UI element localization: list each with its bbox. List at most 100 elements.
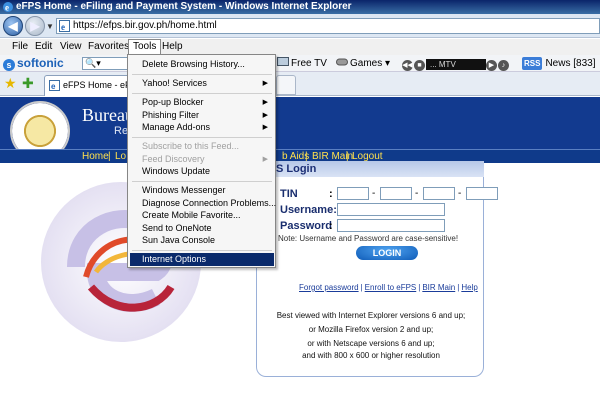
- link-separator: |: [418, 283, 421, 292]
- bir-header: Bureau Rep: [0, 97, 600, 161]
- nav-login-link[interactable]: Lo: [115, 150, 126, 164]
- submenu-arrow-icon: ▶: [262, 124, 268, 131]
- menu-item-label: Diagnose Connection Problems...: [142, 198, 277, 208]
- menu-item-label: Internet Options: [142, 254, 207, 264]
- menu-item-internet-options[interactable]: Internet Options: [130, 253, 274, 266]
- link-separator: |: [360, 283, 363, 292]
- menu-item-windows-messenger[interactable]: Windows Messenger: [142, 184, 274, 197]
- new-tab-button[interactable]: [276, 75, 296, 95]
- menu-item-label: Create Mobile Favorite...: [142, 210, 241, 220]
- page-icon: e: [59, 20, 70, 32]
- menu-item-manage-addons[interactable]: Manage Add-ons ▶: [142, 121, 274, 134]
- menu-tools[interactable]: Tools: [128, 39, 162, 55]
- address-bar[interactable]: e https://efps.bir.gov.ph/home.html: [56, 18, 600, 34]
- window-title-bar: e eFPS Home - eFiling and Payment System…: [0, 0, 600, 14]
- menu-favorites[interactable]: Favorites: [84, 39, 133, 55]
- best-viewed-line-2: or Mozilla Firefox version 2 and up;: [308, 325, 434, 334]
- menu-separator: [132, 74, 272, 75]
- chevron-down-icon: ▾: [382, 58, 391, 69]
- station-display[interactable]: ... MTV: [426, 59, 486, 70]
- password-field[interactable]: [337, 219, 445, 232]
- case-sensitive-note: Note: Username and Password are case-sen…: [278, 234, 459, 243]
- enroll-link[interactable]: Enroll to eFPS: [365, 283, 417, 292]
- forgot-password-link[interactable]: Forgot password: [299, 283, 359, 292]
- tools-menu: Delete Browsing History... Yahoo! Servic…: [127, 54, 276, 268]
- softonic-label: softonic: [17, 56, 64, 70]
- tin-field-2[interactable]: [380, 187, 412, 200]
- previous-icon[interactable]: ◀◀: [402, 60, 413, 71]
- news-button[interactable]: RSS News [833]: [522, 57, 595, 70]
- svg-text:e: e: [61, 22, 65, 32]
- password-colon: :: [329, 220, 333, 232]
- free-tv-button[interactable]: Free TV: [277, 57, 327, 70]
- play-icon[interactable]: ▶: [486, 60, 497, 71]
- menu-separator: [132, 181, 272, 182]
- tab-efps-home[interactable]: e eFPS Home - eFiling...: [44, 75, 136, 96]
- bir-main-link[interactable]: BIR Main: [422, 283, 455, 292]
- menu-item-label: Send to OneNote: [142, 223, 212, 233]
- password-label: Password: [280, 220, 332, 232]
- softonic-icon: s: [3, 59, 15, 71]
- back-button[interactable]: ◀: [3, 16, 23, 36]
- softonic-logo[interactable]: s softonic: [3, 56, 64, 71]
- login-links: Forgot password | Enroll to eFPS | BIR Main |…: [299, 283, 478, 292]
- best-viewed-line-3: or with Netscape versions 6 and up;: [307, 339, 435, 348]
- tv-icon: [277, 57, 289, 66]
- tin-field-3[interactable]: [423, 187, 455, 200]
- rss-icon: RSS: [522, 57, 543, 70]
- menu-item-yahoo-services[interactable]: Yahoo! Services ▶: [142, 77, 274, 90]
- help-link[interactable]: Help: [461, 283, 477, 292]
- games-button[interactable]: Games ▾: [336, 57, 390, 70]
- toolbar-search-input[interactable]: 🔍▾: [82, 57, 128, 70]
- free-tv-label: Free TV: [291, 58, 327, 69]
- volume-icon[interactable]: ♪: [498, 60, 509, 71]
- address-text: https://efps.bir.gov.ph/home.html: [73, 20, 217, 31]
- menu-item-popup-blocker[interactable]: Pop-up Blocker ▶: [142, 96, 274, 109]
- best-viewed-line-4: and with 800 x 600 or higher resolution: [302, 351, 440, 360]
- menu-view[interactable]: View: [56, 39, 86, 55]
- menu-file[interactable]: File: [8, 39, 32, 55]
- menu-item-label: Subscribe to this Feed...: [142, 141, 240, 151]
- tin-label: TIN: [280, 188, 298, 200]
- menu-item-delete-history[interactable]: Delete Browsing History...: [142, 58, 274, 71]
- svg-text:e: e: [5, 3, 9, 13]
- menu-item-label: Manage Add-ons: [142, 122, 211, 132]
- menu-item-create-mobile-favorite[interactable]: Create Mobile Favorite...: [142, 209, 274, 222]
- tin-dash: -: [458, 188, 462, 199]
- menu-bar: File Edit View Favorites Tools Help: [0, 39, 600, 55]
- ie-icon: e: [3, 2, 13, 13]
- menu-separator: [132, 93, 272, 94]
- submenu-arrow-icon: ▶: [262, 99, 268, 106]
- recent-pages-dropdown-icon[interactable]: ▼: [46, 22, 54, 31]
- tin-colon: :: [329, 188, 333, 200]
- menu-help[interactable]: Help: [158, 39, 187, 55]
- menu-edit[interactable]: Edit: [31, 39, 56, 55]
- address-row: ◀ ▶ ▼ e https://efps.bir.gov.ph/home.htm…: [0, 14, 600, 38]
- tin-field-4[interactable]: [466, 187, 498, 200]
- login-button[interactable]: LOGIN: [356, 246, 418, 260]
- stop-icon[interactable]: ■: [414, 60, 425, 71]
- add-favorites-icon[interactable]: ✚: [22, 76, 34, 90]
- menu-item-label: Yahoo! Services: [142, 78, 207, 88]
- username-field[interactable]: [337, 203, 445, 216]
- svg-text:e: e: [51, 82, 56, 91]
- submenu-arrow-icon: ▶: [262, 80, 268, 87]
- menu-item-sun-java-console[interactable]: Sun Java Console: [142, 234, 274, 247]
- menu-item-label: Windows Messenger: [142, 185, 226, 195]
- tab-row: ★ ✚ e eFPS Home - eFiling...: [0, 72, 600, 96]
- tin-dash: -: [415, 188, 419, 199]
- tin-field-1[interactable]: [337, 187, 369, 200]
- page-icon: e: [49, 80, 60, 91]
- username-label: Username:: [280, 204, 337, 216]
- tab-label: eFPS Home - eFiling...: [63, 80, 135, 90]
- menu-item-label: Sun Java Console: [142, 235, 216, 245]
- menu-item-label: Windows Update: [142, 166, 211, 176]
- nav-separator: |: [108, 151, 111, 162]
- best-viewed-line-1: Best viewed with Internet Explorer versi…: [276, 311, 466, 320]
- nav-home-link[interactable]: Home: [82, 150, 109, 164]
- menu-item-windows-update[interactable]: Windows Update: [142, 165, 274, 178]
- softonic-toolbar: s softonic 🔍▾ Free TV Games ▾ ◀◀ ■... MTV ▶…: [0, 55, 600, 72]
- favorites-star-icon[interactable]: ★: [4, 76, 17, 90]
- login-title: S Login: [258, 161, 484, 177]
- forward-button[interactable]: ▶: [25, 16, 45, 36]
